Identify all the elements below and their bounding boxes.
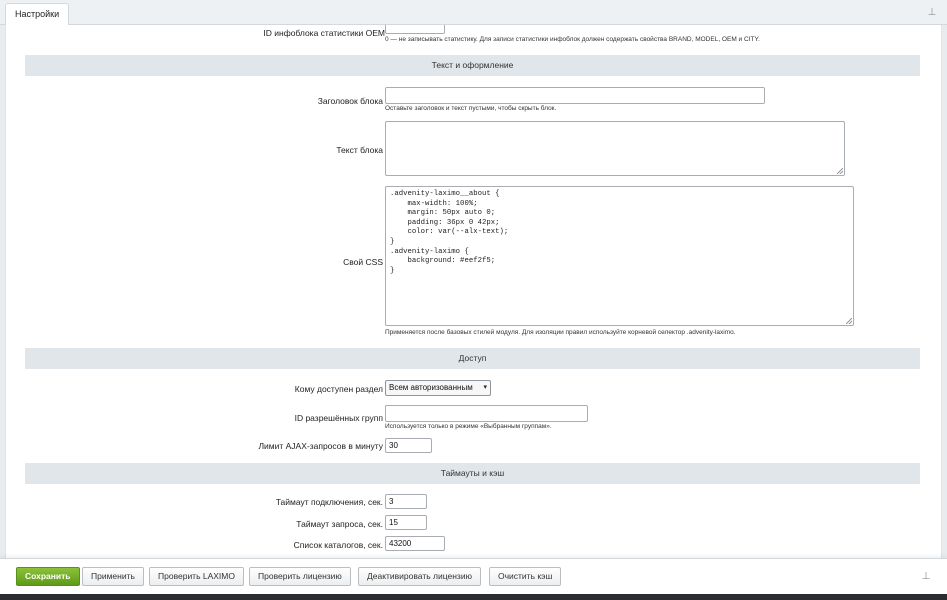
apply-button[interactable]: Применить xyxy=(82,567,144,586)
pin-icon[interactable]: ⊥ xyxy=(921,571,931,583)
pin-icon[interactable]: ⊥ xyxy=(927,7,937,19)
action-bar: Сохранить Применить Проверить LAXIMO Про… xyxy=(0,558,947,594)
block-text-label: Текст блока xyxy=(336,145,383,155)
groups-label: ID разрешённых групп xyxy=(294,413,383,423)
access-select-value: Всем авторизованным xyxy=(389,383,473,392)
oem-input[interactable] xyxy=(385,25,445,34)
groups-input[interactable] xyxy=(385,405,588,422)
groups-hint: Используется только в режиме «Выбранным … xyxy=(385,423,552,430)
access-label: Кому доступен раздел xyxy=(294,384,383,394)
block-title-label: Заголовок блока xyxy=(317,96,383,106)
check-license-button[interactable]: Проверить лицензию xyxy=(249,567,351,586)
custom-css-textarea[interactable]: .advenity-laximo__about { max-width: 100… xyxy=(385,186,854,326)
resize-handle-icon[interactable] xyxy=(846,318,852,324)
section-access: Доступ xyxy=(25,348,920,369)
save-button[interactable]: Сохранить xyxy=(16,567,80,586)
settings-form: ID инфоблока статистики OEM 0 — не запис… xyxy=(5,25,942,558)
resize-handle-icon[interactable] xyxy=(837,168,843,174)
clear-cache-button[interactable]: Очистить кэш xyxy=(489,567,562,586)
chevron-down-icon: ▾ xyxy=(483,384,487,391)
deactivate-license-button[interactable]: Деактивировать лицензию xyxy=(358,567,481,586)
section-appearance: Текст и оформление xyxy=(25,55,920,76)
conn-timeout-label: Таймаут подключения, сек. xyxy=(275,497,383,507)
access-select[interactable]: Всем авторизованным ▾ xyxy=(385,380,491,396)
req-timeout-input[interactable]: 15 xyxy=(385,515,427,530)
block-text-textarea[interactable] xyxy=(385,121,845,176)
custom-css-label: Свой CSS xyxy=(343,257,383,267)
block-title-hint: Оставьте заголовок и текст пустыми, чтоб… xyxy=(385,105,557,112)
check-laximo-button[interactable]: Проверить LAXIMO xyxy=(149,567,244,586)
ajax-limit-label: Лимит AJAX-запросов в минуту xyxy=(258,441,383,451)
tab-settings[interactable]: Настройки xyxy=(5,3,70,26)
section-timeouts: Таймауты и кэш xyxy=(25,463,920,484)
custom-css-hint: Применяется после базовых стилей модуля.… xyxy=(385,329,736,336)
taskbar-strip xyxy=(0,594,947,600)
tab-bar: Настройки ⊥ xyxy=(0,0,947,26)
catalogs-input[interactable]: 43200 xyxy=(385,536,445,551)
block-title-input[interactable] xyxy=(385,87,765,104)
conn-timeout-input[interactable]: 3 xyxy=(385,494,427,509)
custom-css-value: .advenity-laximo__about { max-width: 100… xyxy=(390,190,509,275)
oem-label: ID инфоблока статистики OEM xyxy=(263,28,385,38)
req-timeout-label: Таймаут запроса, сек. xyxy=(296,519,383,529)
catalogs-label: Список каталогов, сек. xyxy=(293,540,383,550)
oem-hint: 0 — не записывать статистику. Для записи… xyxy=(385,36,760,43)
ajax-limit-input[interactable]: 30 xyxy=(385,438,432,453)
